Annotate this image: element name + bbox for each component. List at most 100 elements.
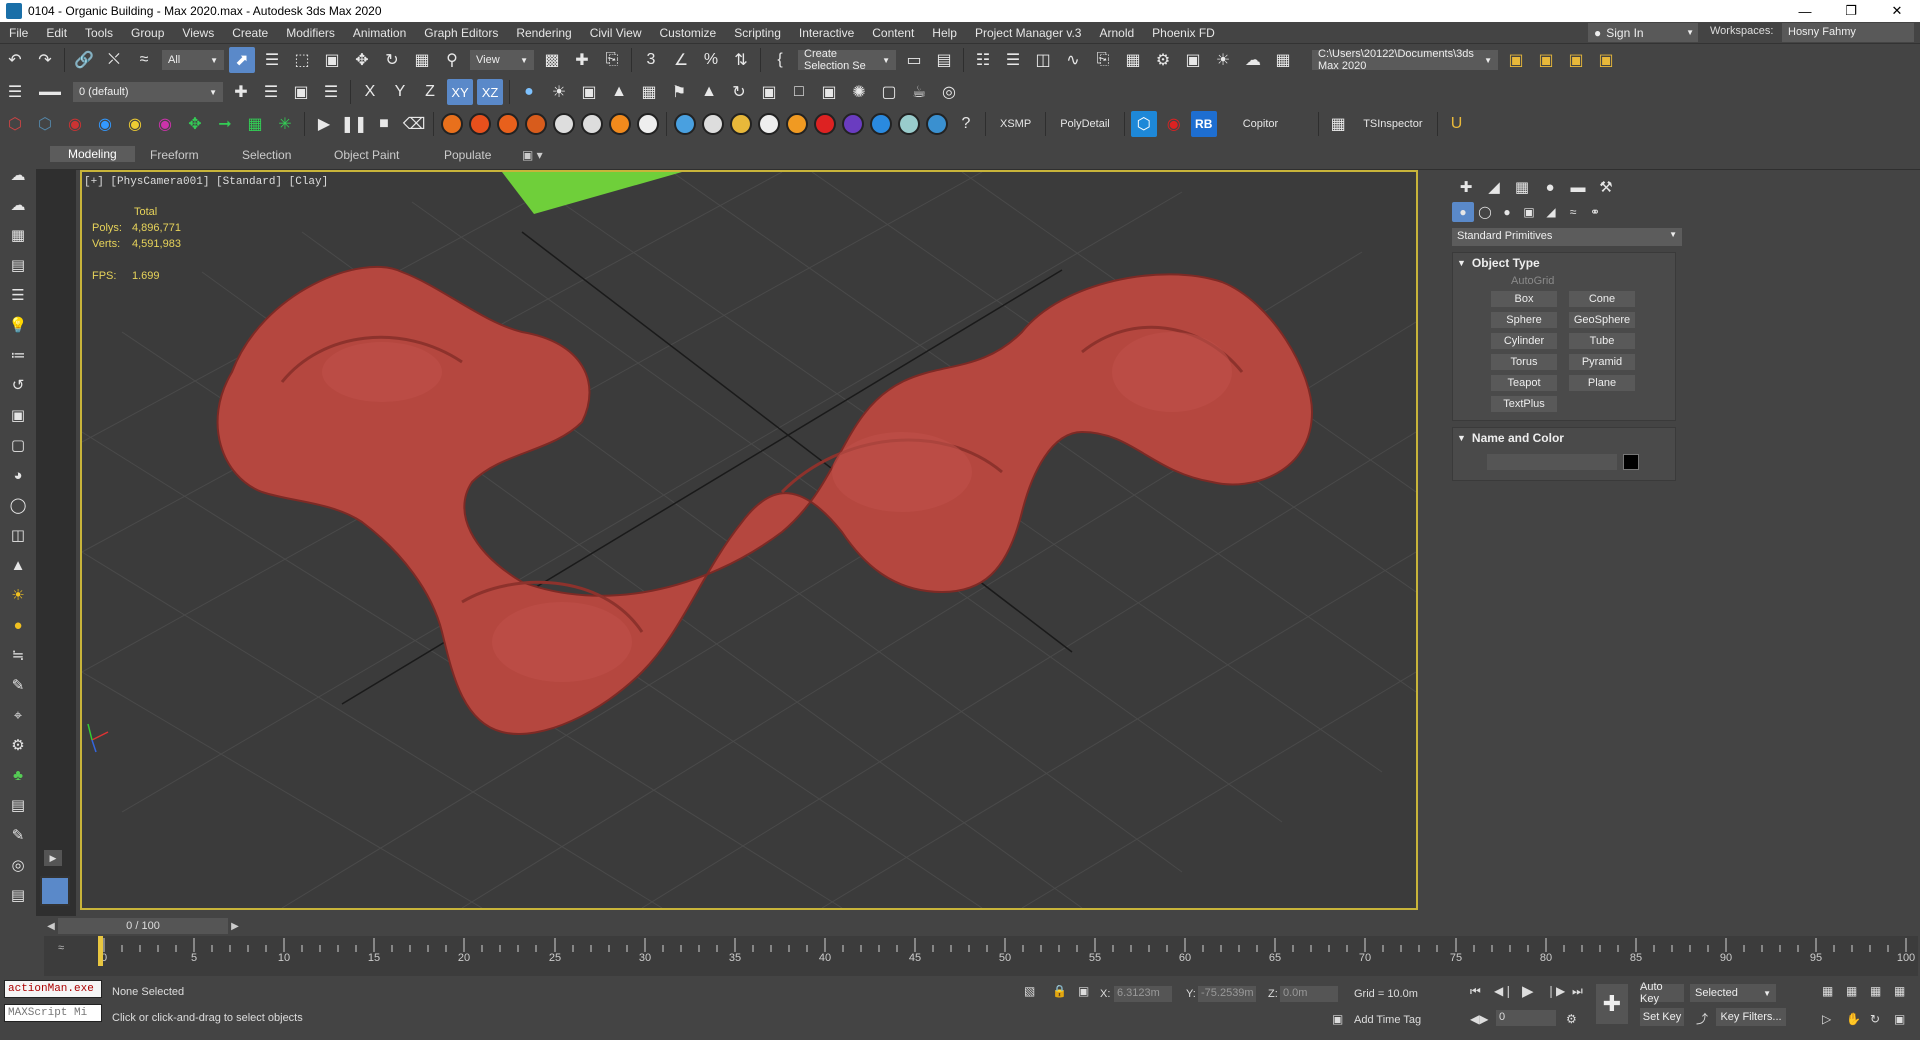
water-icon-2[interactable] xyxy=(702,113,724,135)
purple-ball-icon[interactable] xyxy=(842,113,864,135)
prev-frame-arrow-icon[interactable]: ◀ xyxy=(44,918,58,934)
orbit-icon[interactable]: ↻ xyxy=(1870,1012,1880,1026)
effects-icon[interactable]: ✺ xyxy=(846,79,872,105)
create-new-layer-icon[interactable]: ✚ xyxy=(228,79,254,105)
copitor-button[interactable]: Copitor xyxy=(1233,118,1288,130)
render-cloud-icon[interactable]: ☁ xyxy=(1240,47,1266,73)
project-save-icon[interactable]: ▣ xyxy=(1593,47,1619,73)
cone-button[interactable]: Cone xyxy=(1569,291,1635,307)
axis-z-button[interactable]: Z xyxy=(417,79,443,105)
viewport-icon[interactable]: ▣ xyxy=(756,79,782,105)
explosion-icon[interactable] xyxy=(786,113,808,135)
next-frame-icon[interactable]: ❘▶ xyxy=(1546,984,1565,998)
fov-icon[interactable]: ▷ xyxy=(1822,1012,1831,1026)
wave-icon[interactable] xyxy=(898,113,920,135)
ocean-icon[interactable] xyxy=(926,113,948,135)
sphere-button[interactable]: Sphere xyxy=(1491,312,1557,328)
name-and-color-header[interactable]: ▼ Name and Color xyxy=(1453,428,1675,448)
render-setup-icon[interactable]: ⚙ xyxy=(1150,47,1176,73)
menu-arnold[interactable]: Arnold xyxy=(1090,26,1143,40)
viewport-grid-icon[interactable]: ▦ xyxy=(5,222,31,248)
dome-icon[interactable]: ◕ xyxy=(5,462,31,488)
fire-icon-1[interactable] xyxy=(441,113,463,135)
auto-key-button[interactable]: Auto Key xyxy=(1640,981,1684,1005)
project-open-icon[interactable]: ▣ xyxy=(1563,47,1589,73)
frame-icon[interactable]: □ xyxy=(786,79,812,105)
zoom-icon[interactable]: ▦ xyxy=(1822,984,1833,998)
align-icon[interactable]: ▤ xyxy=(931,47,957,73)
cone-icon[interactable]: ▲ xyxy=(5,552,31,578)
blue-ball-icon[interactable] xyxy=(870,113,892,135)
space-warps-icon[interactable]: ≈ xyxy=(1562,202,1584,222)
trash-icon[interactable]: ⌫ xyxy=(401,111,427,137)
go-to-start-icon[interactable]: ⏮ xyxy=(1470,984,1481,999)
project-folder-icon[interactable]: ▣ xyxy=(1503,47,1529,73)
curve-editor-icon[interactable]: ∿ xyxy=(1060,47,1086,73)
mirror-icon[interactable]: ▭ xyxy=(901,47,927,73)
category-dropdown[interactable]: Standard Primitives ▼ xyxy=(1452,228,1682,246)
tab-modeling[interactable]: Modeling xyxy=(50,146,135,162)
menu-content[interactable]: Content xyxy=(863,26,923,40)
box-wire-icon[interactable]: ⬡ xyxy=(2,111,28,137)
open-cloud-icon[interactable]: ☁ xyxy=(5,162,31,188)
sun-icon[interactable]: ☀ xyxy=(546,79,572,105)
tab-populate[interactable]: Populate xyxy=(444,148,491,162)
sphere-magenta-icon[interactable]: ◉ xyxy=(152,111,178,137)
rectangular-selection-icon[interactable]: ⬚ xyxy=(289,47,315,73)
x-coordinate-field[interactable]: 6.3123m xyxy=(1114,986,1172,1002)
cylinder-button[interactable]: Cylinder xyxy=(1491,333,1557,349)
lock-icon[interactable]: 🔒 xyxy=(1052,984,1067,998)
key-selected-dropdown[interactable]: Selected ▼ xyxy=(1690,984,1776,1002)
maxscript-mini-input[interactable]: MAXScript Mi xyxy=(4,1004,102,1022)
plant-icon[interactable]: ♣ xyxy=(5,762,31,788)
menu-views[interactable]: Views xyxy=(173,26,223,40)
swirl-icon[interactable] xyxy=(637,113,659,135)
lightbulb-icon[interactable]: ◎ xyxy=(936,79,962,105)
teapot-icon[interactable]: ☕ xyxy=(906,79,932,105)
stop-icon[interactable]: ■ xyxy=(371,111,397,137)
sphere-icon[interactable]: ◯ xyxy=(5,492,31,518)
display-tab-icon[interactable]: ▬ xyxy=(1564,176,1592,198)
unlink-icon[interactable]: ⛌ xyxy=(101,47,127,73)
axis-xy-button[interactable]: XY xyxy=(447,79,473,105)
sphere-red-icon[interactable]: ◉ xyxy=(62,111,88,137)
tsinspector-button[interactable]: TSInspector xyxy=(1353,118,1432,130)
water-icon-1[interactable] xyxy=(674,113,696,135)
tree-alt-icon[interactable]: ▲ xyxy=(696,79,722,105)
set-key-button[interactable]: Set Key xyxy=(1640,1008,1684,1026)
xsmp-button[interactable]: XSMP xyxy=(990,118,1041,130)
object-name-input[interactable] xyxy=(1487,454,1617,470)
menu-scripting[interactable]: Scripting xyxy=(725,26,790,40)
paint-icon[interactable]: ✎ xyxy=(5,672,31,698)
redo-icon[interactable]: ↷ xyxy=(32,47,58,73)
maximize-viewport-icon[interactable]: ▣ xyxy=(1894,1012,1905,1026)
link-icon[interactable]: 🔗 xyxy=(71,47,97,73)
set-key-big-icon[interactable]: ✚ xyxy=(1596,984,1628,1024)
magnet-icon[interactable]: U xyxy=(1444,111,1470,137)
zoom-all-icon[interactable]: ▦ xyxy=(1846,984,1857,998)
plane-button[interactable]: Plane xyxy=(1569,375,1635,391)
sign-in-button[interactable]: ● Sign In ▼ xyxy=(1588,23,1698,42)
key-mode-icon[interactable]: ◀▶ xyxy=(1470,1012,1488,1026)
ribbon-options-icon[interactable]: ▣ ▾ xyxy=(522,148,543,162)
fire-icon-4[interactable] xyxy=(525,113,547,135)
box-button[interactable]: Box xyxy=(1491,291,1557,307)
menu-interactive[interactable]: Interactive xyxy=(790,26,863,40)
rotate-left-icon[interactable]: ↺ xyxy=(5,372,31,398)
bind-space-warp-icon[interactable]: ≈ xyxy=(131,47,157,73)
menu-modifiers[interactable]: Modifiers xyxy=(277,26,344,40)
pause-icon[interactable]: ❚❚ xyxy=(341,111,368,137)
autogrid-checkbox[interactable]: AutoGrid xyxy=(1511,275,1675,287)
close-icon[interactable]: ✕ xyxy=(1874,0,1920,22)
axis-y-button[interactable]: Y xyxy=(387,79,413,105)
layer-manager-icon[interactable]: ☰ xyxy=(2,79,28,105)
absolute-mode-icon[interactable]: ▣ xyxy=(1078,984,1089,998)
smoke-icon-2[interactable] xyxy=(581,113,603,135)
basket-icon[interactable]: ◫ xyxy=(5,522,31,548)
perspective-viewport[interactable]: [+] [PhysCamera001] [Standard] [Clay] To… xyxy=(80,170,1418,910)
time-slider[interactable]: ◀ 0 / 100 ▶ xyxy=(44,916,1918,936)
play-animation-icon[interactable]: ▶ xyxy=(1522,982,1534,1000)
time-slider-thumb[interactable]: 0 / 100 xyxy=(58,918,228,934)
minimize-icon[interactable]: — xyxy=(1782,0,1828,22)
current-frame-field[interactable]: 0 xyxy=(1496,1010,1556,1026)
